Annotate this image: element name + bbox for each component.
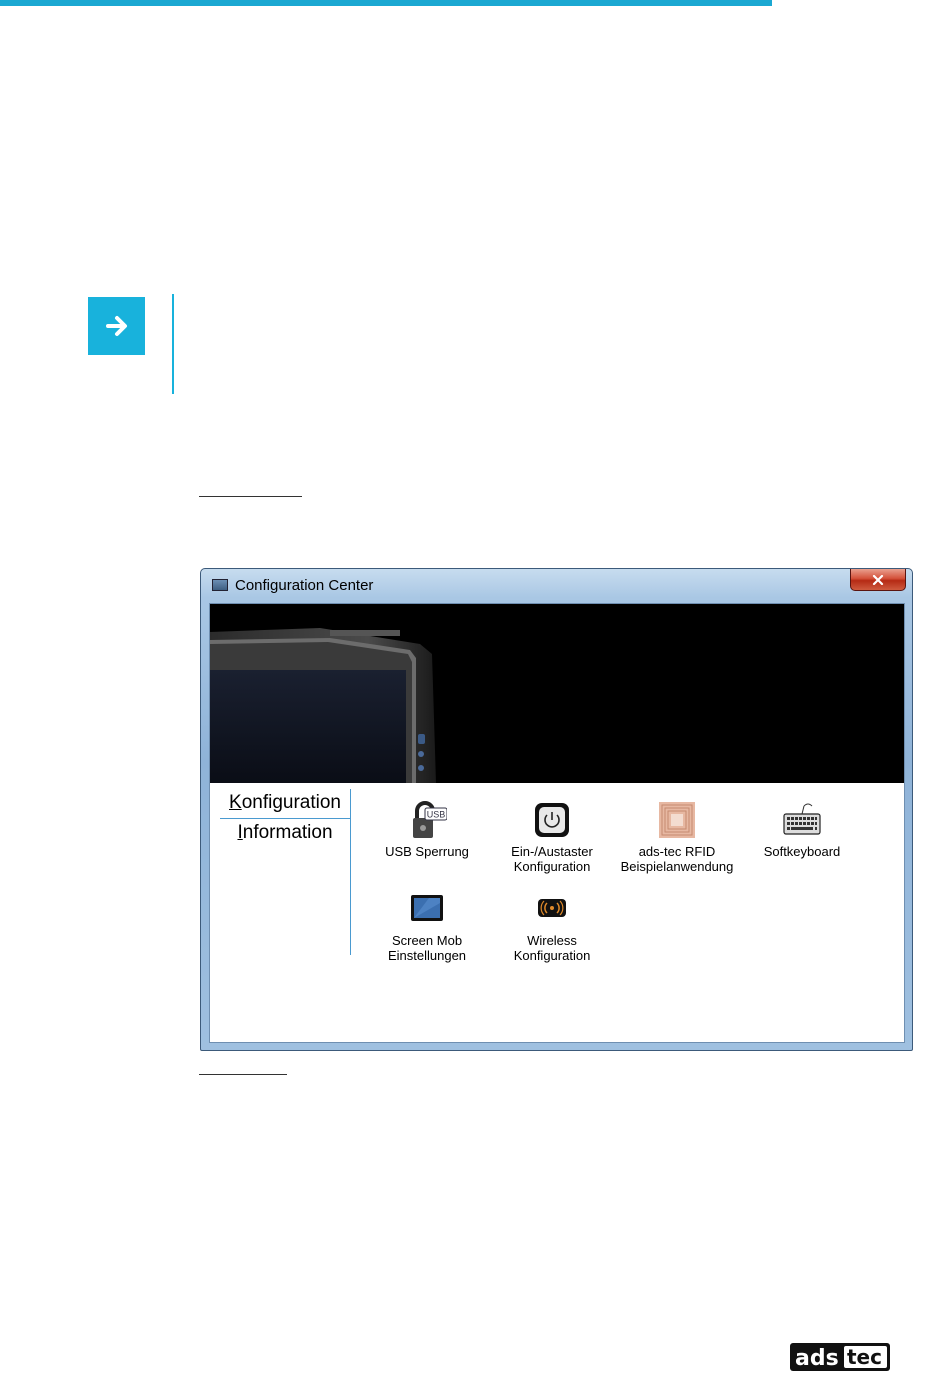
logo-mark: ads tec (790, 1343, 890, 1371)
header-rule (0, 0, 772, 6)
window-titlebar[interactable]: Configuration Center (201, 569, 912, 603)
note-side-bar (172, 294, 174, 394)
side-navigation: Konfiguration Information (220, 789, 351, 955)
device-banner-image (210, 604, 904, 783)
caption-underline-bottom (199, 1074, 287, 1075)
configuration-center-window: Configuration Center Konfiguration Infor… (200, 568, 913, 1051)
tool-usb-sperrung[interactable]: USB USB Sperrung (365, 800, 489, 859)
tool-wireless[interactable]: Wireless Konfiguration (490, 889, 614, 963)
caption-underline-top (199, 496, 302, 497)
tool-ein-austaster[interactable]: Ein-/Austaster Konfiguration (490, 800, 614, 874)
screen-icon (411, 895, 443, 921)
tool-label-2: Einstellungen (387, 948, 467, 963)
nav-information[interactable]: Information (220, 819, 350, 847)
tool-screen-mob[interactable]: Screen Mob Einstellungen (365, 889, 489, 963)
tool-rfid[interactable]: ads-tec RFID Beispielanwendung (615, 800, 739, 874)
svg-text:tec: tec (847, 1345, 882, 1369)
window-client-area: Konfiguration Information USB USB Sperru… (209, 603, 905, 1043)
wireless-icon (538, 899, 566, 917)
tool-label-2: Beispielanwendung (620, 859, 734, 874)
tool-label: ads-tec RFID (638, 844, 716, 859)
arrow-right-icon (105, 316, 127, 336)
close-icon (872, 574, 884, 585)
svg-text:USB: USB (427, 810, 446, 820)
tablet-device-icon (210, 628, 436, 783)
tool-label: Screen Mob (391, 933, 463, 948)
tool-label: USB Sperrung (385, 844, 469, 859)
tool-softkeyboard[interactable]: Softkeyboard (740, 800, 864, 859)
note-arrow-box (88, 297, 145, 355)
window-title: Configuration Center (235, 577, 374, 594)
usb-lock-icon: USB (413, 801, 447, 838)
tool-label: Softkeyboard (763, 844, 841, 859)
window-app-icon (212, 579, 228, 591)
tool-label: Wireless (527, 933, 577, 948)
keyboard-icon (783, 803, 821, 835)
ads-tec-logo: ads tec (790, 1342, 890, 1372)
nav-konfiguration[interactable]: Konfiguration (220, 789, 350, 819)
rfid-chip-icon (659, 802, 695, 838)
tool-label: Ein-/Austaster (511, 844, 593, 859)
tool-label-2: Konfiguration (513, 859, 591, 874)
power-button-icon (535, 803, 569, 837)
tool-label-2: Konfiguration (513, 948, 591, 963)
window-close-button[interactable] (850, 569, 906, 591)
svg-text:ads: ads (795, 1346, 839, 1371)
